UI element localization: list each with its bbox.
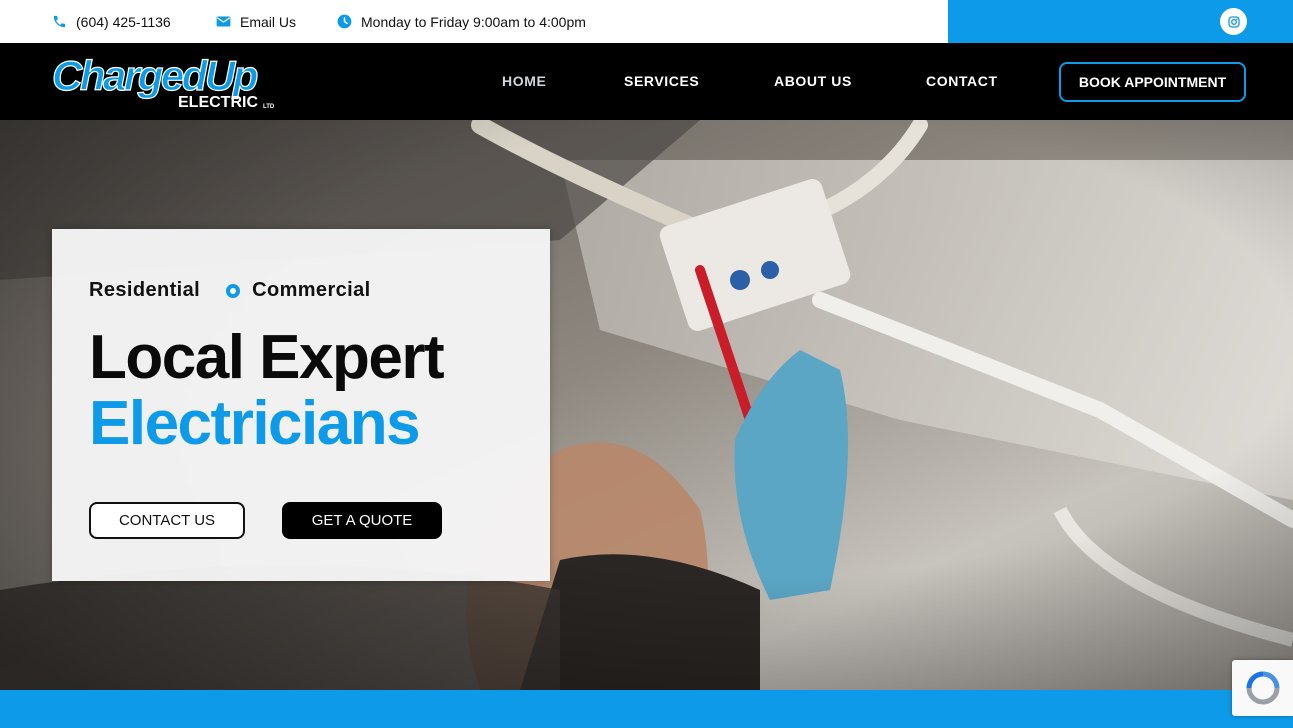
nav-home[interactable]: HOME [502, 73, 546, 89]
hero-headline: Local Expert Electricians [89, 323, 445, 458]
hero-section: Residential Commercial Local Expert Elec… [0, 120, 1293, 690]
phone-icon [53, 15, 66, 28]
email-link[interactable]: Email Us [216, 13, 296, 30]
phone-link[interactable]: (604) 425-1136 [52, 13, 171, 30]
hours-text: Monday to Friday 9:00am to 4:00pm [361, 13, 586, 30]
logo-suffix: LTD [263, 104, 275, 110]
recaptcha-badge[interactable] [1232, 660, 1293, 716]
get-a-quote-button[interactable]: GET A QUOTE [282, 502, 442, 539]
headline-line-2: Electricians [89, 389, 421, 458]
headline-line-1: Local Expert [89, 323, 445, 392]
nav-about-us[interactable]: ABOUT US [774, 73, 852, 89]
bullet-dot-icon [226, 283, 241, 298]
instagram-icon [1227, 15, 1240, 28]
service-tags: Residential Commercial [89, 279, 371, 302]
brand-logo[interactable]: ChargedUp ELECTRIC LTD [51, 51, 297, 111]
contact-us-button[interactable]: CONTACT US [89, 502, 245, 539]
phone-number: (604) 425-1136 [76, 13, 171, 30]
book-appointment-button[interactable]: BOOK APPOINTMENT [1059, 62, 1246, 102]
bottom-accent-band [0, 690, 1293, 728]
logo-wordmark: ChargedUp [52, 53, 258, 99]
business-hours: Monday to Friday 9:00am to 4:00pm [337, 13, 586, 30]
tag-commercial: Commercial [252, 279, 371, 301]
email-label: Email Us [240, 13, 297, 30]
hero-card: Residential Commercial Local Expert Elec… [52, 229, 550, 581]
recaptcha-icon [1246, 671, 1279, 705]
clock-icon [337, 14, 352, 29]
nav-services[interactable]: SERVICES [624, 73, 699, 89]
envelope-icon [216, 16, 231, 27]
tag-residential: Residential [89, 279, 201, 301]
nav-contact[interactable]: CONTACT [926, 73, 998, 89]
instagram-button[interactable] [1220, 8, 1247, 35]
logo-subtitle: ELECTRIC [178, 94, 258, 111]
